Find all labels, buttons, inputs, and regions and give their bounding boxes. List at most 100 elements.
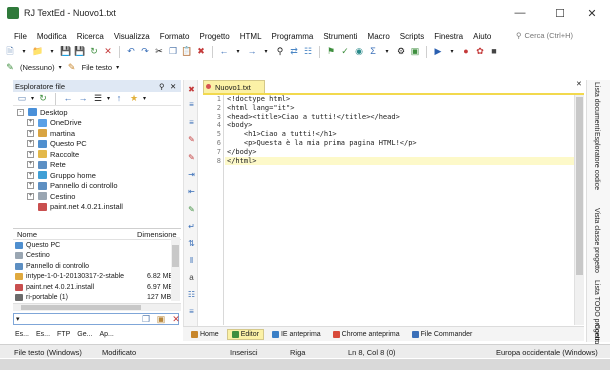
dropdown-arrow-icon[interactable]: ▾	[16, 315, 20, 323]
cut-icon[interactable]: ✂	[153, 46, 165, 58]
view-tab[interactable]: Editor	[226, 328, 264, 340]
tree-item[interactable]: + Gruppo home	[13, 170, 181, 181]
file-row[interactable]: intype-1-0-1-20130317-2-stable 6.82 MB	[13, 272, 181, 283]
open-folder-icon[interactable]: 📁	[32, 46, 44, 58]
highlighter-select[interactable]: (Nessuno)	[20, 63, 55, 72]
format-icon[interactable]: ≡	[187, 100, 196, 109]
file-row[interactable]: Cestino	[13, 251, 181, 262]
indent-icon[interactable]: ⇥	[187, 170, 196, 179]
pin-icon[interactable]: ⚲	[159, 82, 165, 91]
left-panel-tab[interactable]: Es...	[13, 331, 31, 338]
sum-icon[interactable]: Σ	[367, 46, 379, 58]
code-line[interactable]: </html>	[225, 156, 574, 166]
search-box[interactable]: ⚲ Cerca (Ctrl+H)	[516, 28, 606, 42]
brackets-icon[interactable]: ‖	[187, 256, 196, 265]
list-icon[interactable]: ≡	[187, 307, 196, 316]
expand-icon[interactable]: +	[27, 171, 34, 179]
left-panel-tab[interactable]: Es...	[34, 331, 52, 338]
tree-item[interactable]: + Rete	[13, 160, 181, 171]
menu-progetto[interactable]: Progetto	[194, 32, 234, 41]
menu-formato[interactable]: Formato	[155, 32, 195, 41]
run-icon[interactable]: ▶	[432, 46, 444, 58]
settings-gear-icon[interactable]: ⚙	[395, 46, 407, 58]
collapse-icon[interactable]: -	[17, 108, 24, 116]
close-file-icon[interactable]: ✕	[102, 46, 114, 58]
new-file-icon[interactable]: 🗎	[4, 46, 16, 58]
find-replace-icon[interactable]: ⇄	[288, 46, 300, 58]
tree-item[interactable]: + Cestino	[13, 191, 181, 202]
save-icon[interactable]: 💾	[60, 46, 72, 58]
expand-icon[interactable]: +	[27, 140, 34, 148]
tree-item[interactable]: paint.net 4.0.21.install	[13, 202, 181, 213]
view-tab[interactable]: File Commander	[408, 330, 477, 339]
forward-arrow-icon[interactable]: →	[77, 93, 89, 105]
menu-macro[interactable]: Macro	[363, 32, 395, 41]
menu-file[interactable]: File	[0, 32, 32, 41]
column-name[interactable]: Nome	[17, 230, 37, 239]
menu-programma[interactable]: Programma	[267, 32, 319, 41]
code-line[interactable]: <p>Questa è la mia prima pagina HTML!</p…	[225, 139, 574, 148]
dropdown-arrow-icon[interactable]: ▾	[18, 46, 30, 58]
paste-icon[interactable]: ▣	[155, 313, 167, 325]
code-editor[interactable]: 12345678 <!doctype html> <html lang="it">…	[203, 93, 584, 325]
menu-finestra[interactable]: Finestra	[429, 32, 468, 41]
file-row[interactable]: ri-portable (1) 127 MB	[13, 293, 181, 304]
dropdown-arrow-icon[interactable]: ▾	[107, 95, 110, 102]
back-arrow-icon[interactable]: ←	[218, 46, 230, 58]
case-icon[interactable]: a	[187, 273, 196, 282]
marker-icon[interactable]: ✎	[187, 153, 196, 162]
code-line[interactable]: <!doctype html>	[225, 95, 574, 104]
tree-item[interactable]: + Pannello di controllo	[13, 181, 181, 192]
dropdown-arrow-icon[interactable]: ▾	[260, 46, 272, 58]
color-icon[interactable]: ▣	[409, 46, 421, 58]
macro-record-icon[interactable]: ●	[460, 46, 472, 58]
left-panel-tab[interactable]: Ap...	[97, 331, 115, 338]
file-row[interactable]: paint.net 4.0.21.install 6.97 MB	[13, 282, 181, 293]
dock-tab[interactable]: Lista documenti	[593, 82, 600, 131]
code-line[interactable]: <body>	[225, 121, 574, 130]
dropdown-arrow-icon[interactable]: ▾	[59, 64, 62, 71]
spell-check-icon[interactable]: ✓	[339, 46, 351, 58]
expand-icon[interactable]: +	[27, 150, 34, 158]
tree-item[interactable]: + OneDrive	[13, 118, 181, 129]
file-row[interactable]: Pannello di controllo	[13, 261, 181, 272]
tree-item[interactable]: - Desktop	[13, 107, 181, 118]
code-line[interactable]: <head><title>Ciao a tutti!</title></head…	[225, 113, 574, 122]
favorites-star-icon[interactable]: ★	[128, 93, 140, 105]
code-area[interactable]: <!doctype html> <html lang="it"> <head><ti…	[225, 95, 574, 166]
file-row[interactable]: Questo PC	[13, 240, 181, 251]
left-panel-tab[interactable]: FTP	[55, 331, 72, 338]
editor-scrollbar[interactable]	[574, 95, 584, 325]
outdent-icon[interactable]: ⇤	[187, 187, 196, 196]
dock-tab[interactable]: Vista classe progetto	[593, 208, 600, 273]
delete-icon[interactable]: ✕	[170, 313, 182, 325]
up-folder-icon[interactable]: ↑	[113, 93, 125, 105]
bookmark-icon[interactable]: ⚑	[325, 46, 337, 58]
highlight-icon[interactable]: ✎	[187, 135, 196, 144]
tree-item[interactable]: + Raccolte	[13, 149, 181, 160]
view-options-icon[interactable]: ☰	[92, 93, 104, 105]
menu-ricerca[interactable]: Ricerca	[72, 32, 109, 41]
columns-icon[interactable]: ☷	[187, 290, 196, 299]
expand-icon[interactable]: +	[27, 161, 34, 169]
expand-icon[interactable]: +	[27, 129, 34, 137]
stop-icon[interactable]: ■	[488, 46, 500, 58]
paste-icon[interactable]: 📋	[181, 46, 193, 58]
expand-icon[interactable]: +	[27, 182, 34, 190]
dropdown-arrow-icon[interactable]: ▾	[446, 46, 458, 58]
view-tab[interactable]: Chrome anteprima	[329, 330, 404, 339]
find-files-icon[interactable]: ☷	[302, 46, 314, 58]
save-all-icon[interactable]: 💾	[74, 46, 86, 58]
find-icon[interactable]: ⚲	[274, 46, 286, 58]
macro-play-icon[interactable]: ✿	[474, 46, 486, 58]
file-list-scrollbar[interactable]	[171, 237, 180, 301]
back-arrow-icon[interactable]: ←	[62, 93, 74, 105]
menu-modifica[interactable]: Modifica	[32, 32, 72, 41]
code-line[interactable]: <html lang="it">	[225, 104, 574, 113]
menu-visualizza[interactable]: Visualizza	[109, 32, 155, 41]
reload-icon[interactable]: ↻	[88, 46, 100, 58]
menu-aiuto[interactable]: Aiuto	[468, 32, 496, 41]
dropdown-arrow-icon[interactable]: ▾	[381, 46, 393, 58]
code-line[interactable]: </body>	[225, 148, 574, 157]
dropdown-arrow-icon[interactable]: ▾	[116, 64, 119, 71]
